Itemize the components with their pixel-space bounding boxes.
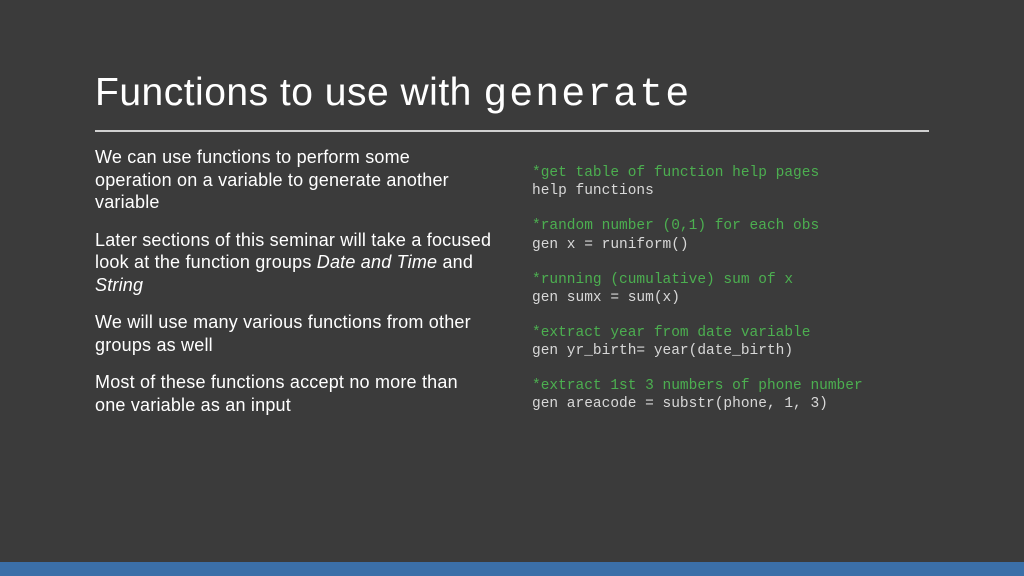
paragraph-4: Most of these functions accept no more t… bbox=[95, 371, 492, 416]
code-column: *get table of function help pages help f… bbox=[532, 146, 929, 467]
comment-2: *random number (0,1) for each obs bbox=[532, 218, 819, 234]
title-prefix: Functions to use with bbox=[95, 71, 483, 114]
p2-italic-2: String bbox=[95, 275, 143, 295]
p2-italic-1: Date and Time bbox=[317, 252, 438, 272]
content-columns: We can use functions to perform some ope… bbox=[95, 146, 929, 467]
paragraph-2: Later sections of this seminar will take… bbox=[95, 229, 492, 297]
footer-accent-bar bbox=[0, 562, 1024, 576]
title-mono: generate bbox=[483, 73, 691, 118]
code-1: help functions bbox=[532, 183, 654, 199]
title-rule bbox=[95, 130, 929, 132]
code-block-3: *running (cumulative) sum of x gen sumx … bbox=[532, 271, 929, 307]
comment-3: *running (cumulative) sum of x bbox=[532, 272, 793, 288]
comment-4: *extract year from date variable bbox=[532, 325, 810, 341]
slide-title: Functions to use with generate bbox=[95, 70, 929, 120]
comment-1: *get table of function help pages bbox=[532, 165, 819, 181]
code-block-1: *get table of function help pages help f… bbox=[532, 164, 929, 200]
code-2: gen x = runiform() bbox=[532, 237, 689, 253]
code-5: gen areacode = substr(phone, 1, 3) bbox=[532, 396, 828, 412]
slide: Functions to use with generate We can us… bbox=[0, 0, 1024, 467]
paragraph-3: We will use many various functions from … bbox=[95, 311, 492, 356]
code-block-4: *extract year from date variable gen yr_… bbox=[532, 324, 929, 360]
code-block-2: *random number (0,1) for each obs gen x … bbox=[532, 217, 929, 253]
p2-part-c: and bbox=[437, 252, 473, 272]
text-column: We can use functions to perform some ope… bbox=[95, 146, 492, 467]
comment-5: *extract 1st 3 numbers of phone number bbox=[532, 378, 863, 394]
code-block-5: *extract 1st 3 numbers of phone number g… bbox=[532, 377, 929, 413]
code-4: gen yr_birth= year(date_birth) bbox=[532, 343, 793, 359]
paragraph-1: We can use functions to perform some ope… bbox=[95, 146, 492, 214]
code-3: gen sumx = sum(x) bbox=[532, 290, 680, 306]
